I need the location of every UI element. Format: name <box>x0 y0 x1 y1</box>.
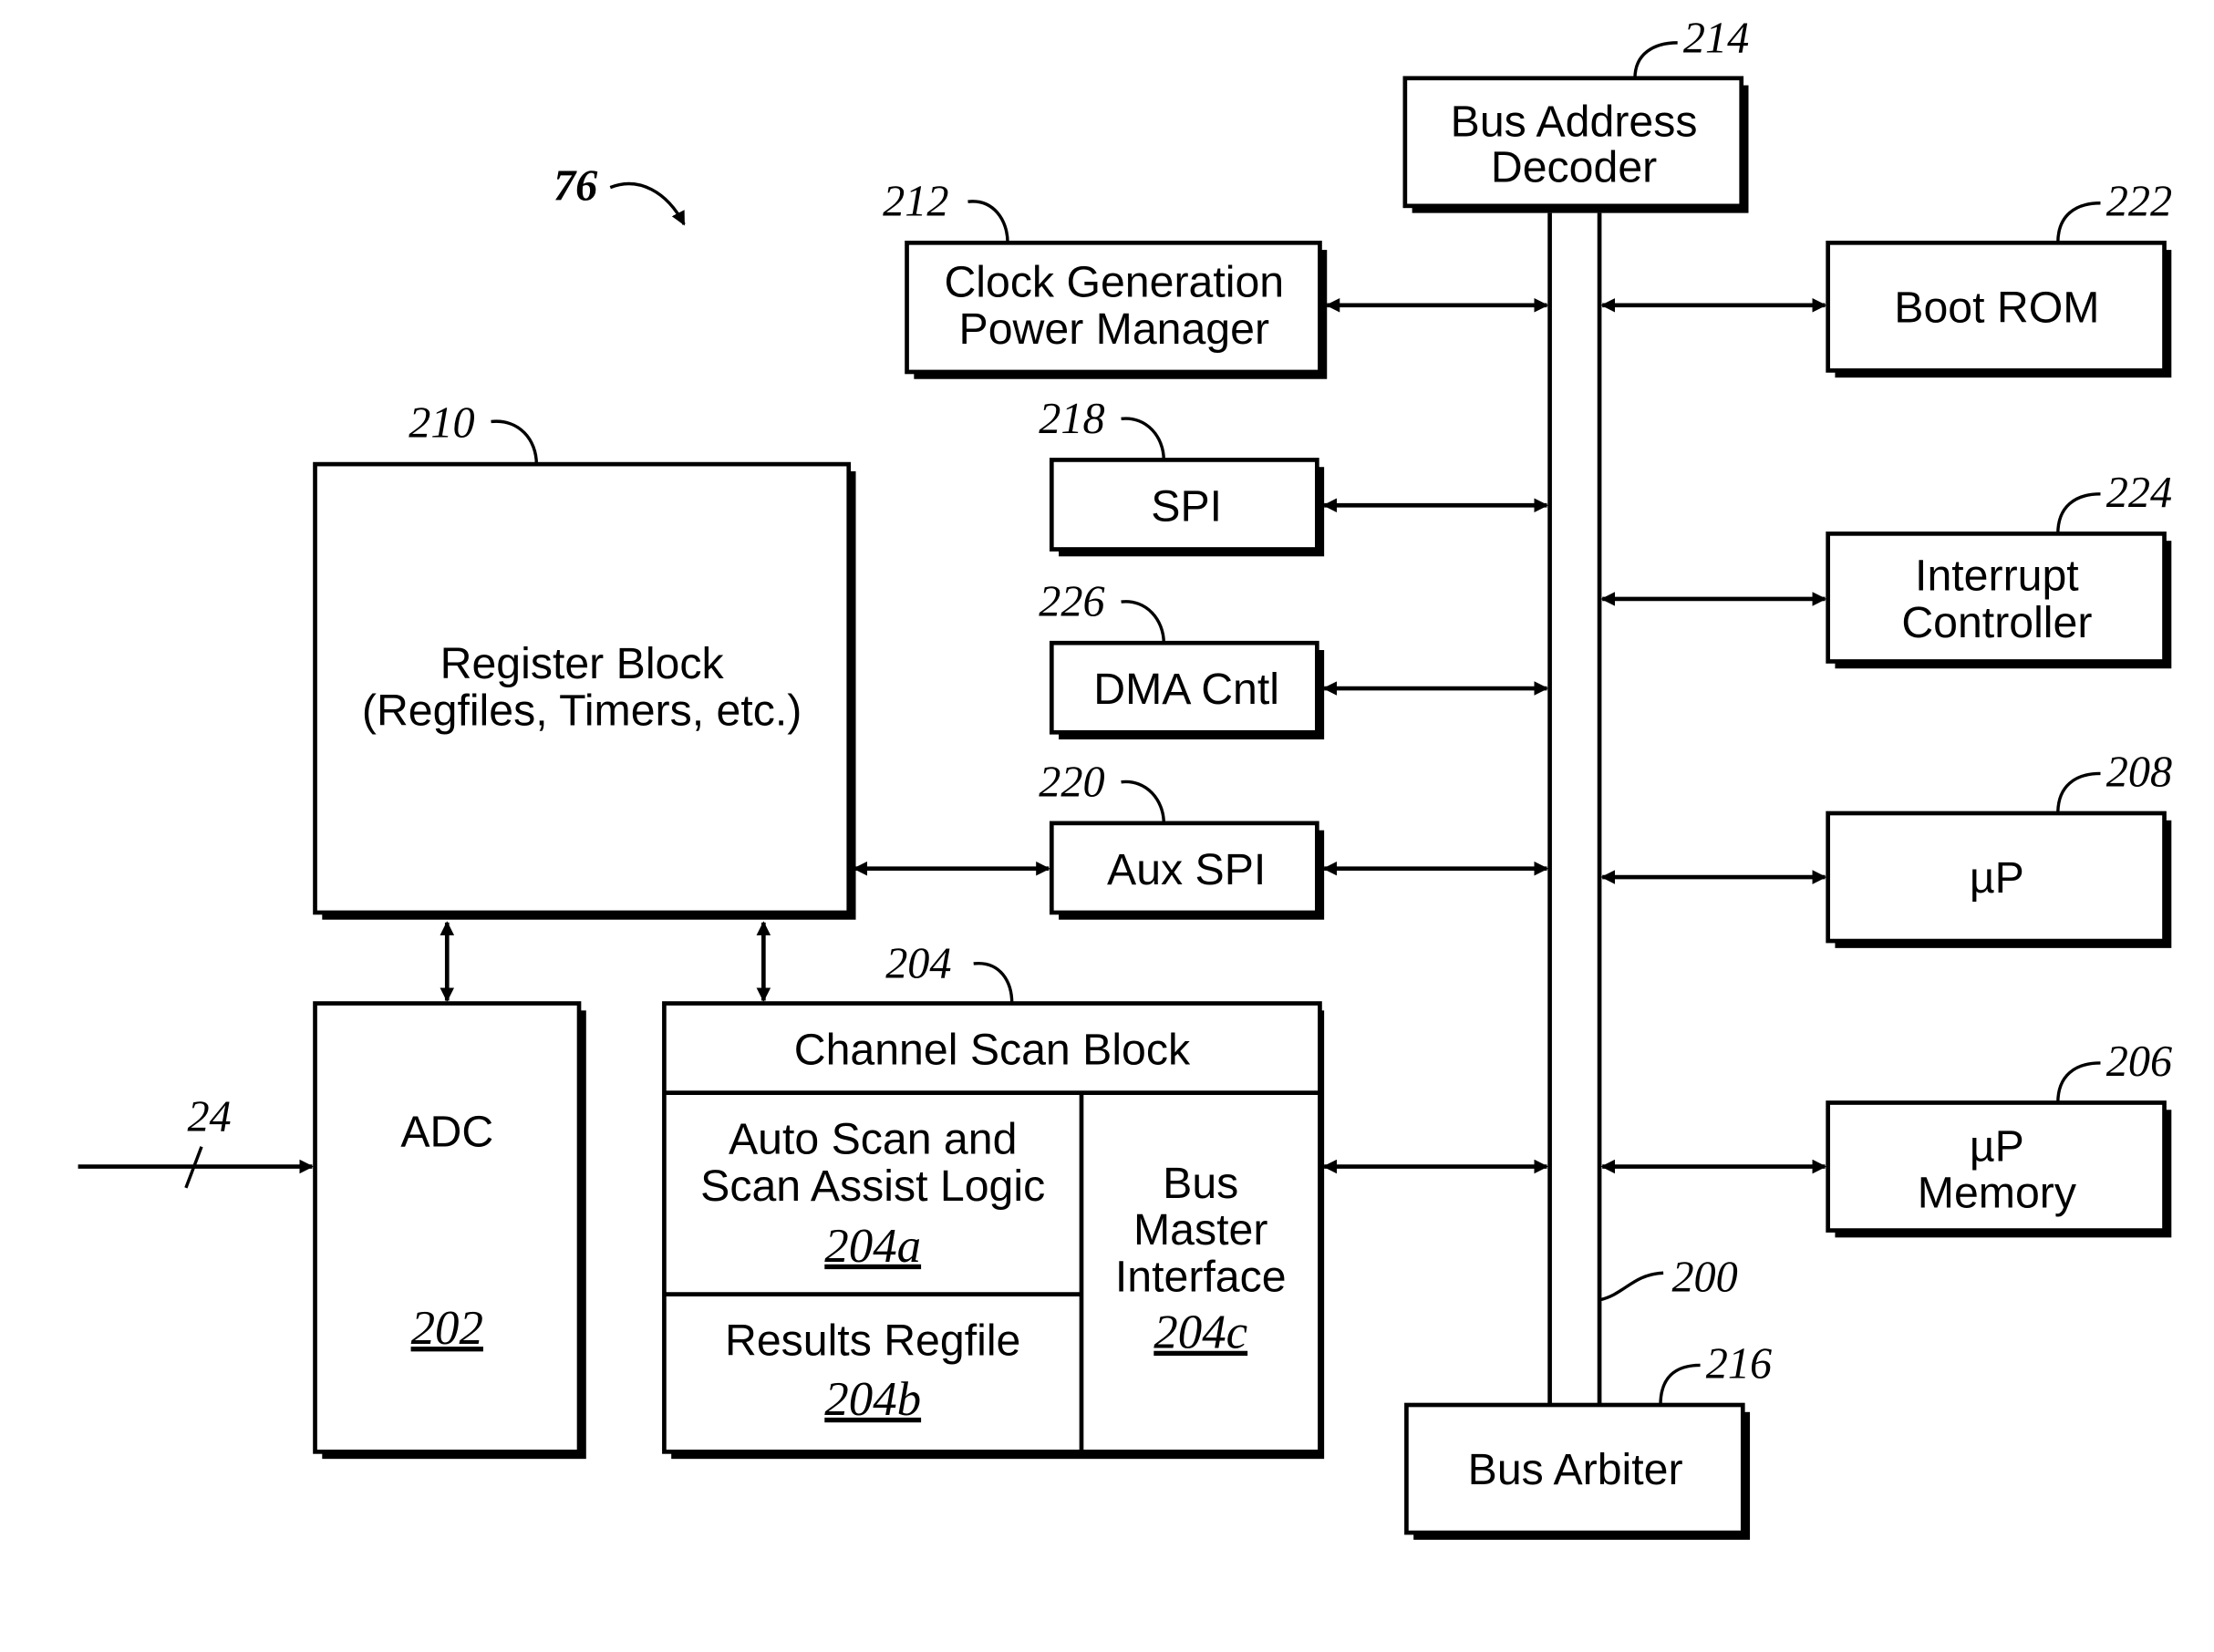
bus-address-decoder-block: Bus Address Decoder 214 <box>1402 15 1749 213</box>
aux-spi-label: Aux SPI <box>1107 845 1266 894</box>
interrupt-controller-label-2: Controller <box>1901 598 2092 647</box>
bus-master-label-1: Bus <box>1163 1159 1238 1208</box>
bus-address-decoder-ref: 214 <box>1683 15 1749 63</box>
spi-label: SPI <box>1151 481 1222 531</box>
bus-leader <box>1598 1271 1664 1302</box>
microprocessor-block: µP 208 <box>1600 748 2172 948</box>
microprocessor-memory-label-1: µP <box>1970 1121 2024 1171</box>
bus-address-decoder-leader <box>1633 41 1678 78</box>
aux-spi-leader <box>1121 780 1165 823</box>
results-regfile-ref: 204b <box>824 1373 921 1426</box>
channel-scan-title: Channel Scan Block <box>794 1025 1191 1074</box>
register-block-label-1: Register Block <box>440 639 725 688</box>
boot-rom-ref: 222 <box>2106 178 2172 226</box>
spi-leader <box>1121 417 1165 460</box>
bus-master-label-2: Master <box>1133 1205 1267 1254</box>
dma-label: DMA Cntl <box>1093 665 1279 714</box>
dma-leader <box>1121 600 1165 644</box>
spi-block: SPI 218 <box>1039 395 1549 557</box>
system-bus: 200 <box>1547 212 1738 1406</box>
figure-reference-number: 76 <box>554 162 598 211</box>
clock-generation-label-1: Clock Generation <box>944 257 1284 306</box>
microprocessor-memory-leader <box>2056 1061 2101 1103</box>
block-diagram: 76 200 Bus Address Decoder 214 Clock Gen… <box>78 15 2172 1540</box>
bus-arbiter-ref: 216 <box>1706 1339 1772 1388</box>
results-regfile-label: Results Regfile <box>725 1316 1020 1366</box>
interrupt-controller-block: Interrupt Controller 224 <box>1600 469 2172 669</box>
auto-scan-label-1: Auto Scan and <box>729 1115 1017 1164</box>
adc-input-ref: 24 <box>187 1093 231 1141</box>
register-block: Register Block (Regfiles, Timers, etc.) … <box>313 399 856 920</box>
dma-block: DMA Cntl 226 <box>1039 578 1549 740</box>
bus-address-decoder-label-2: Decoder <box>1491 142 1657 191</box>
interrupt-controller-label-1: Interrupt <box>1915 552 2079 601</box>
clock-generation-ref: 212 <box>883 178 948 226</box>
figure-reference-arrow <box>609 181 686 226</box>
register-block-ref: 210 <box>409 399 474 448</box>
auto-scan-label-2: Scan Assist Logic <box>700 1162 1045 1211</box>
clock-generation-leader <box>967 200 1009 243</box>
dma-ref: 226 <box>1039 578 1104 626</box>
aux-spi-ref: 220 <box>1039 758 1104 806</box>
adc-ref: 202 <box>411 1302 483 1355</box>
bus-arbiter-leader <box>1659 1363 1701 1406</box>
microprocessor-memory-block: µP Memory 206 <box>1600 1038 2172 1238</box>
microprocessor-label: µP <box>1970 853 2024 903</box>
interrupt-controller-leader <box>2056 492 2101 534</box>
bus-address-decoder-label-1: Bus Address <box>1451 98 1698 147</box>
channel-scan-leader <box>973 962 1014 1004</box>
bus-arbiter-block: Bus Arbiter 216 <box>1404 1339 1772 1540</box>
figure-reference: 76 <box>554 162 686 226</box>
adc-label: ADC <box>400 1108 493 1157</box>
auto-scan-ref: 204a <box>824 1220 921 1273</box>
bus-arbiter-label: Bus Arbiter <box>1468 1445 1683 1494</box>
adc-block: ADC 202 24 <box>78 921 586 1460</box>
microprocessor-ref: 208 <box>2106 748 2172 796</box>
bus-master-label-3: Interface <box>1115 1253 1287 1302</box>
boot-rom-leader <box>2056 201 2101 243</box>
interrupt-controller-ref: 224 <box>2106 469 2172 517</box>
boot-rom-label: Boot ROM <box>1894 283 2099 332</box>
clock-generation-label-2: Power Manager <box>959 305 1270 354</box>
register-block-leader <box>491 419 539 465</box>
channel-scan-block: Channel Scan Block 204 Auto Scan and Sca… <box>662 921 1549 1460</box>
microprocessor-memory-ref: 206 <box>2106 1038 2172 1086</box>
microprocessor-memory-label-2: Memory <box>1918 1169 2077 1218</box>
bus-master-ref: 204c <box>1154 1306 1247 1359</box>
microprocessor-leader <box>2056 771 2101 814</box>
register-block-label-2: (Regfiles, Timers, etc.) <box>362 686 802 735</box>
channel-scan-ref: 204 <box>885 940 951 988</box>
bus-reference: 200 <box>1671 1254 1737 1302</box>
aux-spi-block: Aux SPI 220 <box>853 758 1549 920</box>
spi-ref: 218 <box>1039 395 1104 443</box>
